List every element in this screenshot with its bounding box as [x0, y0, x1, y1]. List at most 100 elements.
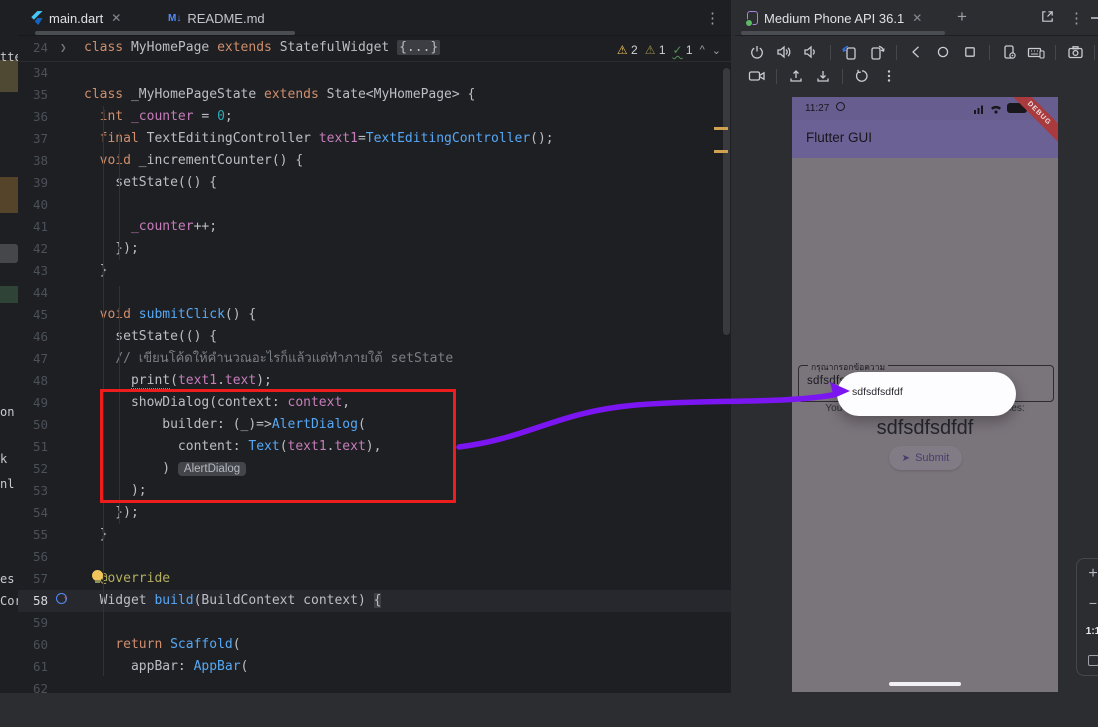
open-in-window-icon[interactable]	[1040, 9, 1055, 24]
snapshot-restore-icon[interactable]	[850, 65, 874, 87]
line-number: 49	[18, 392, 48, 414]
line-number: 37	[18, 128, 48, 150]
status-time: 11:27	[805, 103, 829, 114]
background-text-fragment: tte	[0, 50, 18, 64]
signal-icon	[974, 104, 986, 114]
zoom-in-button[interactable]: +	[1077, 559, 1098, 588]
record-screen-icon[interactable]	[745, 65, 769, 87]
home-indicator[interactable]	[889, 682, 961, 686]
keyboard-icon[interactable]	[1024, 41, 1048, 63]
submit-button[interactable]: ➤ Submit	[889, 446, 962, 470]
editor-tab-bar: main.dart ✕ M↓ README.md ⋮	[18, 0, 731, 36]
code-line: 49 showDialog(context: context,	[18, 392, 731, 414]
line-number: 60	[18, 634, 48, 656]
prev-issue-chevron[interactable]: ^	[700, 44, 705, 56]
line-number: 51	[18, 436, 48, 458]
panel-top-scrollbar[interactable]	[741, 31, 945, 35]
toolbar-separator	[1094, 45, 1095, 60]
toolbar-separator	[842, 69, 843, 84]
volume-down-icon[interactable]	[799, 41, 823, 63]
line-number: 62	[18, 678, 48, 693]
warning-stripe-mark[interactable]	[714, 127, 728, 130]
kebab-menu-icon[interactable]: ⋮	[1069, 9, 1084, 27]
rotate-left-icon[interactable]	[838, 41, 862, 63]
line-number: 41	[18, 216, 48, 238]
line-number: 47	[18, 348, 48, 370]
line-number: 46	[18, 326, 48, 348]
code-line: 50 builder: (_)=>AlertDialog(	[18, 414, 731, 436]
code-line: 39 setState(() {	[18, 172, 731, 194]
next-issue-chevron[interactable]: ⌄	[712, 44, 721, 57]
rotate-right-icon[interactable]	[865, 41, 889, 63]
toolbar-separator	[830, 45, 831, 60]
code-line: 59	[18, 612, 731, 634]
line-number: 42	[18, 238, 48, 260]
phone-screen[interactable]: 11:27 Flutter GUI DEBUG กรุณากรอกข้อความ…	[792, 97, 1058, 692]
editor-scrollbar[interactable]	[723, 68, 730, 335]
code-line: 52 ) AlertDialog	[18, 458, 731, 480]
submit-label: Submit	[915, 452, 949, 464]
code-line: 42 });	[18, 238, 731, 260]
kebab-icon[interactable]	[877, 65, 901, 87]
code-line: 40	[18, 194, 731, 216]
override-gutter-icon[interactable]	[56, 593, 67, 604]
code-line: 38 void _incrementCounter() {	[18, 150, 731, 172]
fit-icon	[1088, 655, 1098, 666]
line-number: 48	[18, 370, 48, 392]
camera-icon[interactable]	[1063, 41, 1087, 63]
emulator-zoom-controls: + − 1:1	[1076, 558, 1098, 676]
send-icon: ➤	[902, 453, 910, 464]
hide-icon-partial[interactable]	[1091, 17, 1098, 19]
home-icon[interactable]	[931, 41, 955, 63]
volume-up-icon[interactable]	[772, 41, 796, 63]
overview-icon[interactable]	[958, 41, 982, 63]
code-line: 47 // เขียนโค้ดให้คำนวณอะไรก็แล้วแต่ทำภา…	[18, 348, 731, 370]
warning-stripe-mark[interactable]	[714, 150, 728, 153]
fold-arrow-icon[interactable]: ❯	[60, 37, 67, 59]
line-number: 43	[18, 260, 48, 282]
toolbar-separator	[989, 45, 990, 60]
code-line: 43 }	[18, 260, 731, 282]
toolbar-separator	[776, 69, 777, 84]
close-icon[interactable]: ✕	[912, 11, 922, 25]
code-lines[interactable]: 3435class _MyHomePageState extends State…	[18, 62, 731, 693]
line-number: 53	[18, 480, 48, 502]
background-text-fragment: es	[0, 572, 14, 586]
line-number: 55	[18, 524, 48, 546]
code-line: 46 setState(() {	[18, 326, 731, 348]
entered-text-display: sdfsdfsdfdf	[792, 417, 1058, 440]
line-number: 45	[18, 304, 48, 326]
intention-bulb-icon[interactable]	[92, 570, 103, 581]
actual-size-button[interactable]: 1:1	[1077, 617, 1098, 646]
new-device-tab-button[interactable]: +	[957, 7, 967, 27]
code-line: 44	[18, 282, 731, 304]
code-line: 56	[18, 546, 731, 568]
line-number: 57	[18, 568, 48, 590]
alarm-icon	[836, 102, 845, 111]
line-number: 58	[18, 590, 48, 612]
download-icon[interactable]	[811, 65, 835, 87]
background-text-fragment: on	[0, 405, 14, 419]
code-editor-pane[interactable]: main.dart ✕ M↓ README.md ⋮ 24 ❯ class My…	[18, 0, 731, 693]
fit-to-window-button[interactable]	[1077, 646, 1098, 675]
toolbar-separator	[896, 45, 897, 60]
tab-label: README.md	[187, 11, 264, 26]
app-bar: Flutter GUI	[792, 120, 1058, 158]
code-line: 55 }	[18, 524, 731, 546]
background-text-fragment: Cor	[0, 594, 18, 608]
back-icon[interactable]	[904, 41, 928, 63]
upload-icon[interactable]	[784, 65, 808, 87]
power-icon[interactable]	[745, 41, 769, 63]
line-number: 56	[18, 546, 48, 568]
dialog-text: sdfsdfsdfdf	[852, 386, 903, 398]
editor-top-scrollbar[interactable]	[35, 31, 295, 35]
device-settings-icon[interactable]	[997, 41, 1021, 63]
inspections-widget[interactable]: ⚠ 2 ⚠ 1 ✓ 1 ^ ⌄	[617, 40, 721, 60]
close-icon[interactable]: ✕	[111, 11, 121, 25]
emulator-toolbar	[735, 37, 1098, 96]
line-number: 59	[18, 612, 48, 634]
code-line: 37 final TextEditingController text1=Tex…	[18, 128, 731, 150]
code-line: 53 );	[18, 480, 731, 502]
kebab-menu-icon[interactable]: ⋮	[705, 9, 720, 27]
zoom-out-button[interactable]: −	[1077, 588, 1098, 617]
